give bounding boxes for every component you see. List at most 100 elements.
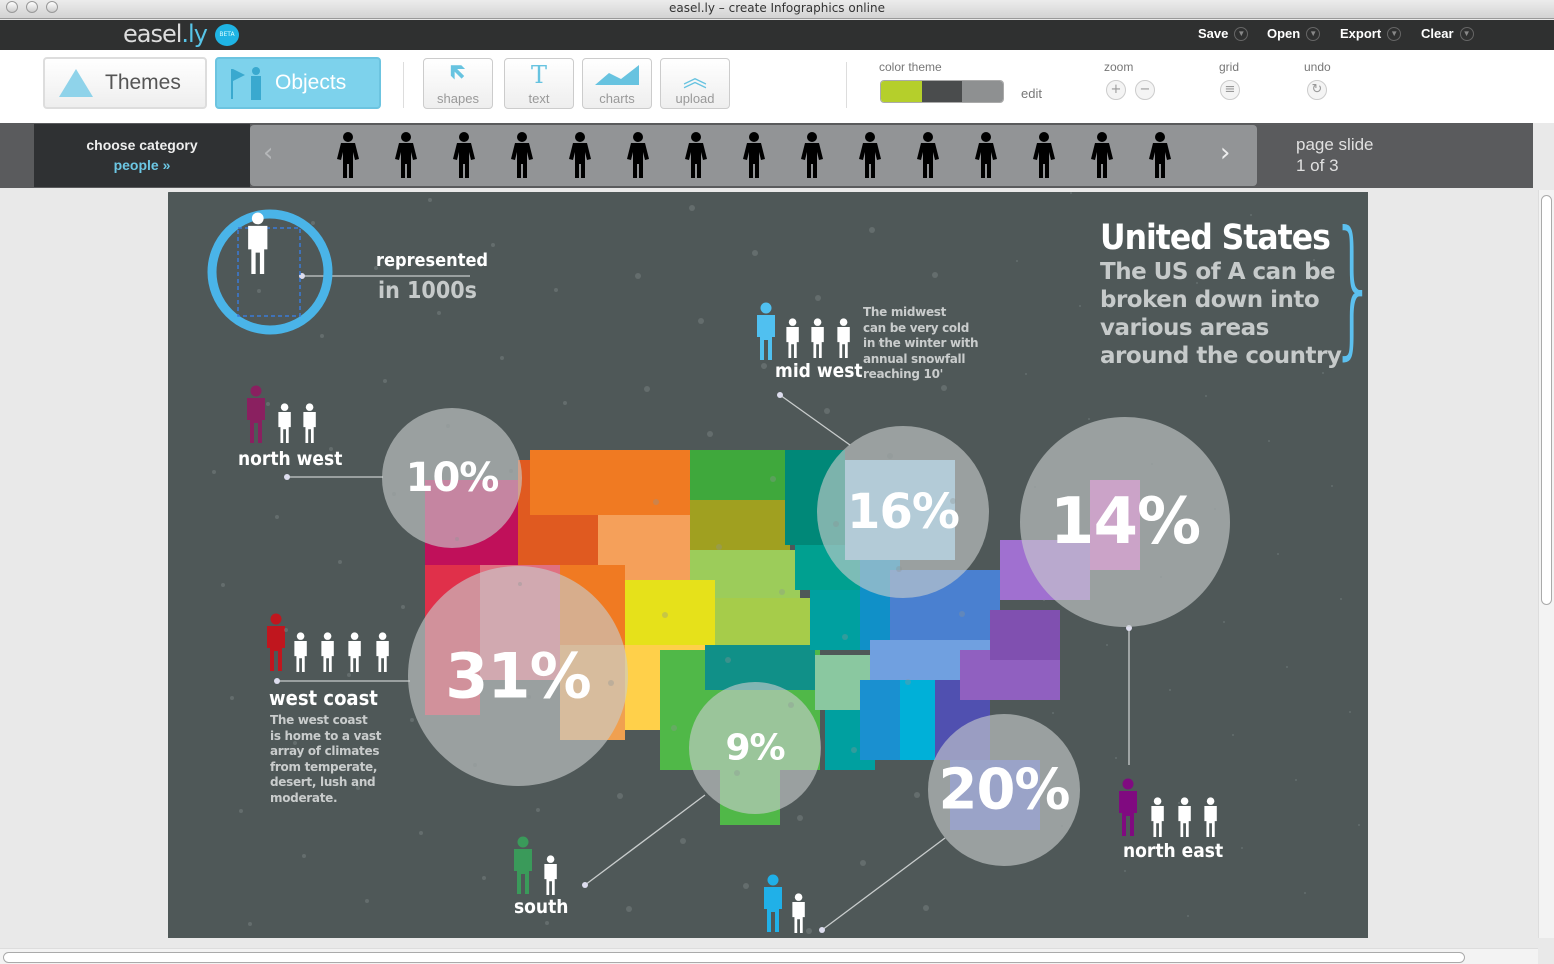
objects-button[interactable]: Objects: [215, 57, 381, 109]
texture-speck: [707, 431, 713, 437]
texture-speck: [311, 221, 315, 225]
texture-speck: [725, 657, 731, 663]
chevron-down-icon: ▼: [1306, 26, 1321, 41]
grid-button[interactable]: ≡: [1220, 80, 1240, 100]
zoom-in-button[interactable]: +: [1106, 80, 1126, 100]
percent-label[interactable]: 20%: [938, 758, 1070, 823]
themes-button[interactable]: Themes: [43, 57, 207, 109]
divider: [846, 62, 847, 108]
basketball-player-silhouette-icon[interactable]: [1082, 130, 1122, 180]
infographic-subtitle[interactable]: The US of A can be broken down into vari…: [1100, 258, 1342, 370]
legend-line2[interactable]: in 1000s: [378, 278, 477, 304]
skier-silhouette-icon[interactable]: [1024, 130, 1064, 180]
category-selector[interactable]: choose category people »: [34, 124, 250, 187]
runner-silhouette-icon[interactable]: [966, 130, 1006, 180]
texture-speck: [446, 424, 450, 428]
texture-speck: [752, 250, 758, 256]
state-region: [530, 450, 690, 515]
color-swatch[interactable]: [881, 81, 922, 102]
charts-button[interactable]: charts: [582, 58, 652, 109]
family-silhouette-icon[interactable]: [560, 130, 600, 180]
objects-label: Objects: [275, 71, 347, 94]
west-coast-label[interactable]: west coast: [269, 686, 378, 710]
vertical-scroll-thumb[interactable]: [1541, 195, 1552, 605]
text-button[interactable]: Ttext: [504, 58, 574, 109]
boxer-silhouette-icon[interactable]: [908, 130, 948, 180]
skateboarder-silhouette-icon[interactable]: [850, 130, 890, 180]
mid-west-label[interactable]: mid west: [775, 360, 863, 382]
minimize-window-button[interactable]: [26, 1, 38, 13]
subtitle-line: various areas: [1100, 315, 1269, 341]
zoom-out-button[interactable]: −: [1135, 80, 1155, 100]
export-menu[interactable]: Export ▼: [1340, 26, 1402, 41]
soccer-player-silhouette-icon[interactable]: [676, 130, 716, 180]
legend-ring: [207, 209, 333, 335]
couple-walking-silhouette-icon[interactable]: [502, 130, 542, 180]
texture-speck: [518, 582, 522, 586]
open-menu[interactable]: Open ▼: [1267, 26, 1321, 41]
dancer-silhouette-icon[interactable]: [328, 130, 368, 180]
percent-label[interactable]: 16%: [847, 484, 960, 540]
next-page-arrow[interactable]: ›: [1220, 138, 1230, 168]
person-icon: [294, 632, 307, 672]
north-west-label[interactable]: north west: [238, 448, 342, 470]
percent-label[interactable]: 14%: [1050, 485, 1201, 559]
midwest-description[interactable]: The midwest can be very cold in the winter…: [863, 305, 979, 383]
undo-button[interactable]: ↻: [1307, 80, 1327, 100]
texture-speck: [1106, 644, 1108, 646]
prev-page-arrow[interactable]: ‹: [263, 138, 273, 168]
percent-label[interactable]: 10%: [406, 455, 500, 501]
texture-speck: [1232, 734, 1234, 736]
subtitle-line: broken down into: [1100, 287, 1320, 313]
infographic-canvas[interactable]: 10% 16% 14% 31% 9% 20% United States The US o…: [168, 192, 1368, 938]
texture-speck: [1043, 599, 1045, 601]
maximize-window-button[interactable]: [46, 1, 58, 13]
texture-speck: [239, 809, 243, 813]
color-theme-edit-link[interactable]: edit: [1021, 86, 1042, 101]
shapes-button[interactable]: 🡼 shapes: [423, 58, 493, 109]
group-silhouette-icon[interactable]: [618, 130, 658, 180]
subtitle-line: around the country: [1100, 343, 1342, 369]
person-icon: [303, 403, 316, 443]
texture-speck: [1187, 915, 1189, 917]
color-swatch[interactable]: [921, 81, 963, 102]
texture-speck: [491, 243, 495, 247]
close-window-button[interactable]: [6, 1, 18, 13]
percent-label[interactable]: 31%: [445, 640, 591, 713]
texture-speck: [815, 295, 821, 301]
color-swatch[interactable]: [962, 81, 1003, 102]
category-value[interactable]: people »: [34, 157, 250, 173]
cyclist-silhouette-icon[interactable]: [734, 130, 774, 180]
connector-dot: [284, 474, 290, 480]
texture-speck: [320, 334, 324, 338]
text-label: text: [528, 91, 550, 106]
upload-button[interactable]: ︽ upload: [660, 58, 730, 109]
texture-speck: [248, 922, 252, 926]
themes-label: Themes: [105, 71, 181, 94]
save-menu[interactable]: Save ▼: [1198, 26, 1249, 41]
texture-speck: [869, 227, 875, 233]
south-label[interactable]: south: [514, 896, 568, 918]
couple-men-silhouette-icon[interactable]: [386, 130, 426, 180]
percent-label[interactable]: 9%: [725, 728, 785, 769]
texture-speck: [896, 566, 902, 572]
texture-speck: [428, 198, 432, 202]
legend-line1[interactable]: represented: [376, 250, 488, 271]
texture-speck: [473, 763, 477, 767]
texture-speck: [1169, 689, 1171, 691]
horizontal-scroll-thumb[interactable]: [3, 952, 1465, 963]
weightlifter-silhouette-icon[interactable]: [792, 130, 832, 180]
texture-speck: [168, 192, 169, 193]
west-coast-description[interactable]: The west coast is home to a vast array of …: [270, 713, 381, 806]
diver-silhouette-icon[interactable]: [1140, 130, 1180, 180]
couple-silhouette-icon[interactable]: [444, 130, 484, 180]
texture-speck: [689, 205, 695, 211]
logo[interactable]: easel.ly: [123, 20, 208, 48]
clear-menu[interactable]: Clear ▼: [1421, 26, 1474, 41]
north-east-label[interactable]: north east: [1123, 840, 1223, 862]
texture-speck: [1034, 486, 1036, 488]
color-theme-swatches[interactable]: [880, 80, 1004, 103]
infographic-title[interactable]: United States: [1100, 218, 1331, 258]
texture-speck: [914, 792, 920, 798]
texture-speck: [302, 854, 306, 858]
